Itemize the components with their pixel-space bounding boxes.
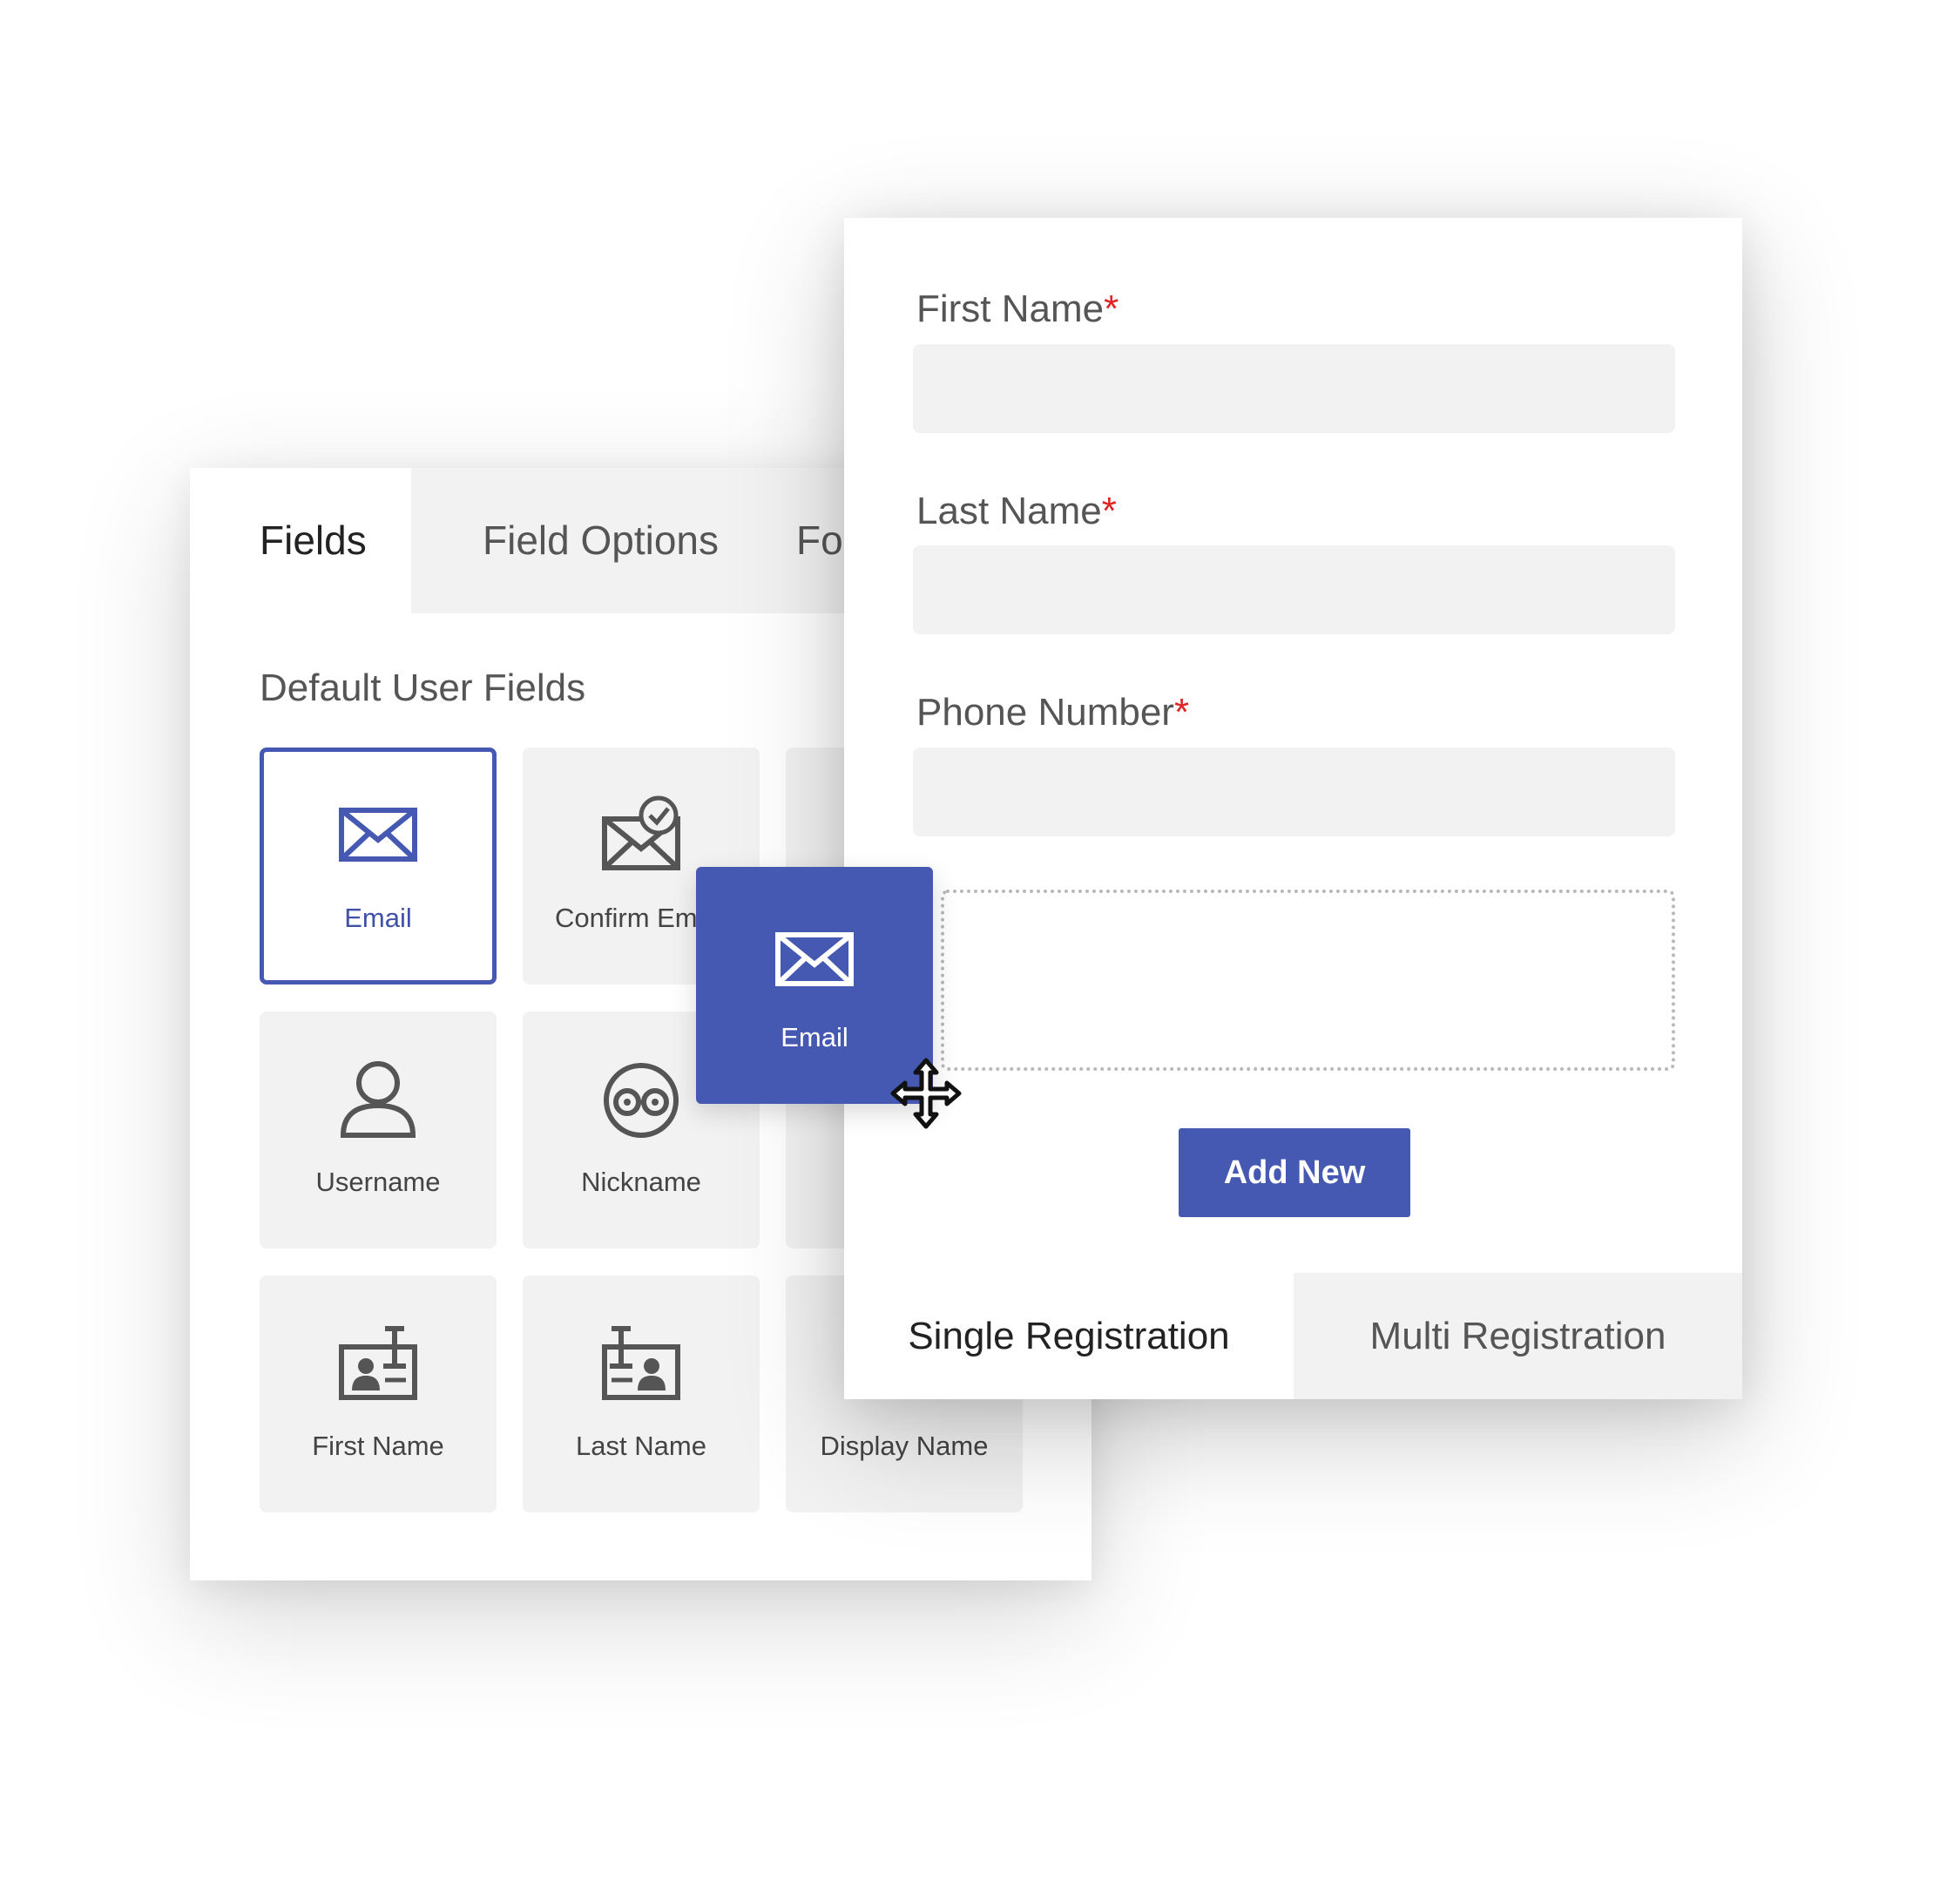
dragged-tile-label: Email	[781, 1022, 848, 1052]
id-card-icon	[336, 1321, 420, 1404]
form-preview-panel: First Name* Last Name* Phone Number* Add…	[844, 218, 1742, 1399]
email-icon	[336, 793, 420, 876]
field-tile-label: Display Name	[820, 1431, 989, 1461]
field-tile-label: Nickname	[581, 1167, 701, 1197]
field-tile-label: Username	[315, 1167, 441, 1197]
phone-number-input[interactable]	[913, 748, 1675, 836]
drop-zone[interactable]	[941, 890, 1675, 1071]
tab-multi-registration[interactable]: Multi Registration	[1294, 1273, 1742, 1399]
field-tile-last-name[interactable]: Last Name	[523, 1275, 760, 1512]
nickname-icon	[599, 1057, 683, 1140]
move-cursor-icon	[889, 1057, 963, 1130]
user-icon	[336, 1057, 420, 1140]
last-name-input[interactable]	[913, 545, 1675, 634]
field-tile-label: Email	[344, 903, 412, 933]
tab-fields[interactable]: Fields	[190, 468, 411, 613]
add-new-button[interactable]: Add New	[1179, 1128, 1410, 1217]
last-name-label: Last Name*	[916, 490, 1117, 532]
required-marker: *	[1173, 691, 1190, 734]
field-tile-username[interactable]: Username	[260, 1012, 497, 1248]
first-name-input[interactable]	[913, 344, 1675, 433]
tab-single-registration[interactable]: Single Registration	[844, 1273, 1294, 1399]
field-tile-label: Last Name	[576, 1431, 706, 1461]
field-tile-email[interactable]: Email	[260, 748, 497, 984]
id-card-icon	[599, 1321, 683, 1404]
section-title: Default User Fields	[260, 666, 586, 709]
first-name-label: First Name*	[916, 288, 1119, 330]
confirm-email-icon	[599, 793, 683, 876]
required-marker: *	[1104, 288, 1119, 330]
phone-number-label: Phone Number*	[916, 691, 1190, 734]
field-tile-first-name[interactable]: First Name	[260, 1275, 497, 1512]
required-marker: *	[1101, 490, 1117, 532]
tab-field-options[interactable]: Field Options	[483, 468, 744, 613]
email-icon	[773, 917, 856, 1001]
field-tile-label: First Name	[312, 1431, 444, 1461]
